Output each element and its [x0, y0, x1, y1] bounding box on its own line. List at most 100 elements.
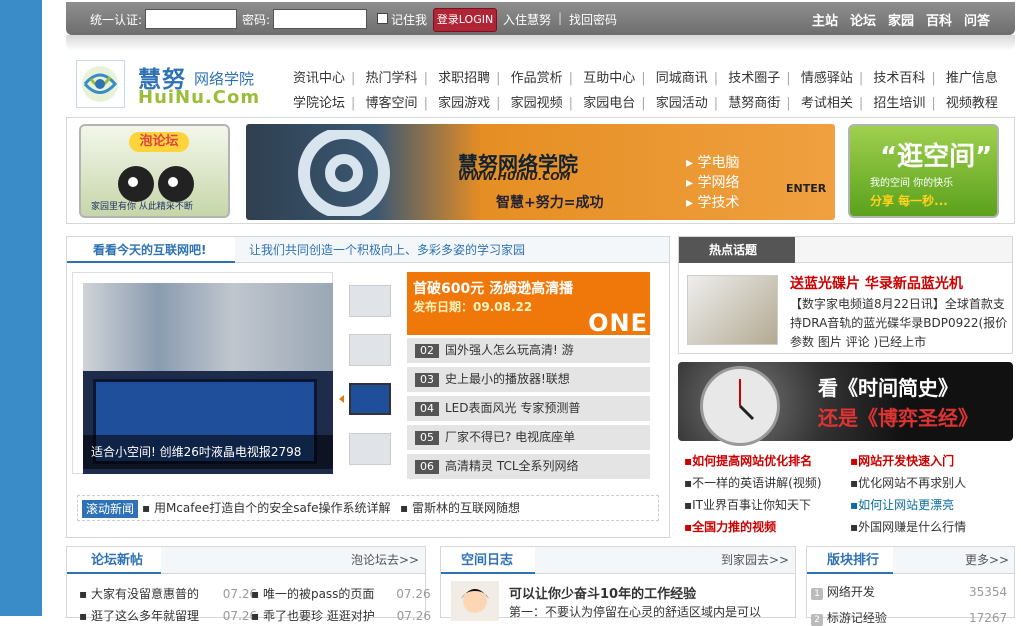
topnav-forum[interactable]: 论坛: [850, 10, 876, 29]
school-banner-slogan: 智慧+努力=成功: [496, 195, 604, 211]
hot-topic-headline[interactable]: 送蓝光碟片 华录新品蓝光机: [790, 273, 963, 293]
nav-item[interactable]: 家园活动: [656, 92, 708, 111]
remember-me-checkbox[interactable]: [377, 13, 388, 24]
promo-link[interactable]: ▪ IT业界百事让你知天下: [684, 494, 811, 516]
scroll-news-item[interactable]: ▪ 雷斯林的互联网随想: [400, 496, 520, 520]
bluray-player-image[interactable]: [687, 275, 778, 345]
nav-item[interactable]: 考试相关: [801, 92, 853, 111]
nav-item[interactable]: 推广信息: [946, 67, 998, 86]
hot-topic-title: 热点话题: [679, 237, 795, 263]
nav-item[interactable]: 互助中心: [583, 67, 635, 86]
nav-item[interactable]: 家园电台: [583, 92, 635, 111]
logo-text-en: HuiNu.Com: [138, 87, 261, 108]
space-more-link[interactable]: 到家园去>>: [721, 547, 789, 574]
headline-title: 首破600元 汤姆逊高清播: [413, 281, 574, 297]
space-banner-sub: 我的空间 你的快乐: [870, 178, 954, 189]
tab-slogan[interactable]: 让我们共同创造一个积极向上、多彩多姿的学习家园: [249, 237, 525, 263]
nav-item[interactable]: 情感驿站: [801, 67, 853, 86]
ranking-more-link[interactable]: 更多>>: [965, 547, 1009, 574]
focus-photo[interactable]: 适合小空间! 创维26吋液晶电视报2798: [72, 272, 333, 474]
topnav-qa[interactable]: 问答: [964, 10, 990, 29]
thumbnail[interactable]: [349, 334, 391, 366]
list-item[interactable]: ▪ 唯一的被pass的页面 07.26: [251, 585, 431, 602]
nav-item[interactable]: 家园视频: [511, 92, 563, 111]
book-banner-line2: 还是《博弈圣经》: [818, 406, 978, 430]
school-banner-item: ▸ 学技术: [686, 195, 740, 211]
password-input[interactable]: [273, 9, 367, 29]
left-side-bar: [0, 0, 42, 616]
promo-link[interactable]: ▪ 外国网赚是什么行情: [850, 516, 966, 538]
thumbnail[interactable]: [349, 285, 391, 317]
ranking-title: 版块排行: [807, 547, 893, 574]
logo-text-sub: 网络学院: [194, 70, 255, 88]
forum-more-link[interactable]: 泡论坛去>>: [351, 547, 419, 574]
nav-item[interactable]: 博客空间: [366, 92, 418, 111]
ranking-row[interactable]: 2 标游记经验: [811, 609, 887, 626]
board-ranking: 版块排行 更多>> 1 网络开发 35354 2 标游记经验 17267: [806, 546, 1015, 626]
school-banner-item: ▸ 学电脑: [686, 155, 740, 171]
school-banner-item: ▸ 学网络: [686, 175, 740, 191]
book-banner-line1: 看《时间简史》: [818, 376, 958, 400]
thumbnail[interactable]: [349, 433, 391, 465]
nav-item[interactable]: 同城商讯: [656, 67, 708, 86]
nav-item[interactable]: 技术百科: [873, 67, 925, 86]
clock-icon: [700, 366, 780, 446]
topnav-home[interactable]: 家园: [888, 10, 914, 29]
nav-item[interactable]: 家园游戏: [438, 92, 490, 111]
photo-caption[interactable]: 适合小空间! 创维26吋液晶电视报2798: [83, 435, 333, 469]
ranking-row[interactable]: 1 网络开发: [811, 583, 875, 600]
topnav-wiki[interactable]: 百科: [926, 10, 952, 29]
focus-news-panel: 看看今天的互联网吧! 让我们共同创造一个积极向上、多彩多姿的学习家园 适合小空间…: [66, 236, 670, 538]
scroll-news-tag: 滚动新闻: [82, 500, 139, 518]
news-item[interactable]: 04 LED表面风光 专家预测普: [407, 396, 650, 421]
nav-item[interactable]: 资讯中心: [293, 67, 345, 86]
promo-link[interactable]: ▪ 如何提高网站优化排名: [684, 450, 812, 472]
username-input[interactable]: [145, 9, 237, 29]
headline-date: 发布日期：09.08.22: [413, 300, 533, 314]
blog-post-title[interactable]: 可以让你少奋斗10年的工作经验: [509, 583, 696, 602]
headline-card[interactable]: 首破600元 汤姆逊高清播 发布日期：09.08.22 ONE: [407, 272, 650, 337]
hot-topic-panel: 热点话题 送蓝光碟片 华录新品蓝光机 【数字家电频道8月22日讯】全球首款支持D…: [678, 236, 1013, 354]
space-blog: 空间日志 到家园去>> 可以让你少奋斗10年的工作经验 第一：不要认为停留在心灵…: [440, 546, 796, 621]
headline-brand: ONE: [588, 309, 648, 337]
nav-item[interactable]: 慧努商街: [728, 92, 780, 111]
nav-item[interactable]: 作品赏析: [511, 67, 563, 86]
school-banner[interactable]: 慧努网络学院 WWW.HUINU.COM 智慧+努力=成功 ▸ 学电脑 ▸ 学网…: [246, 124, 835, 220]
tab-today[interactable]: 看看今天的互联网吧!: [67, 237, 235, 263]
school-banner-url: WWW.HUINU.COM: [458, 170, 571, 183]
promo-link[interactable]: ▪ 网站开发快速入门: [850, 450, 954, 472]
nav-item[interactable]: 热门学科: [366, 67, 418, 86]
scroll-news-item[interactable]: ▪ 用Mcafee打造自个的安全safe操作系统详解: [142, 496, 390, 520]
promo-link[interactable]: ▪ 全国力推的视频: [684, 516, 776, 538]
list-item[interactable]: ▪ 大家有没留意惠普的 07.26: [79, 585, 257, 602]
news-item[interactable]: 02 国外强人怎么玩高清! 游: [407, 338, 650, 363]
forum-banner[interactable]: 泡论坛 家园里有你 从此精采不断: [79, 124, 230, 218]
find-password-link[interactable]: 找回密码: [569, 11, 617, 28]
nav-item[interactable]: 招生培训: [873, 92, 925, 111]
promo-link[interactable]: ▪ 如何让网站更漂亮: [850, 494, 954, 516]
logo-icon[interactable]: [76, 60, 125, 108]
book-banner[interactable]: 看《时间简史》 还是《博弈圣经》: [678, 362, 1013, 446]
hot-topic-body: 【数字家电频道8月22日讯】全球首款支持DRA音轨的蓝光碟华录BDP0922(报…: [790, 297, 1008, 349]
separator: |: [558, 11, 563, 25]
news-item[interactable]: 05 厂家不得已? 电视底座单: [407, 425, 650, 450]
forum-title: 论坛新帖: [67, 547, 161, 574]
space-banner[interactable]: “逛空间” 我的空间 你的快乐 分享 每一秒...: [848, 124, 999, 218]
nav-item[interactable]: 求职招聘: [438, 67, 490, 86]
nav-item[interactable]: 学院论坛: [293, 92, 345, 111]
forum-banner-title: 泡论坛: [129, 132, 189, 152]
promo-link[interactable]: ▪ 不一样的英语讲解(视频): [684, 472, 822, 494]
news-item[interactable]: 03 史上最小的播放器!联想: [407, 367, 650, 392]
nav-row-1: 资讯中心 | 热门学科 | 求职招聘 | 作品赏析 | 互助中心 | 同城商讯 | 技术圈子…: [293, 67, 998, 86]
nav-item[interactable]: 技术圈子: [728, 67, 780, 86]
thumbnail-selected[interactable]: [349, 383, 391, 415]
nav-item[interactable]: 视频教程: [946, 92, 998, 111]
news-item[interactable]: 06 高清精灵 TCL全系列网络: [407, 454, 650, 479]
login-button[interactable]: 登录LOGIN: [433, 8, 497, 32]
password-label: 密码:: [242, 13, 271, 27]
banner-strip: 泡论坛 家园里有你 从此精采不断 慧努网络学院 WWW.HUINU.COM 智慧…: [66, 117, 1015, 224]
promo-link[interactable]: ▪ 优化网站不再求别人: [850, 472, 966, 494]
avatar[interactable]: [451, 581, 499, 621]
join-link[interactable]: 入住慧努: [503, 11, 551, 28]
topnav-main[interactable]: 主站: [812, 10, 838, 29]
